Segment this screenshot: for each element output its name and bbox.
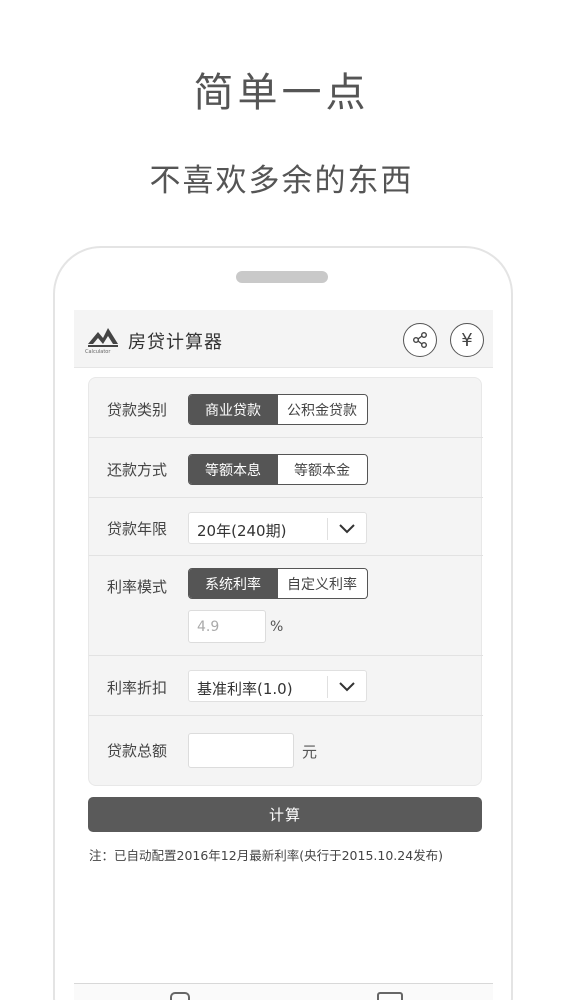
- promo-headline: 简单一点: [193, 70, 370, 116]
- app-screen: Calculator 房贷计算器 ¥ 贷款类别 商业贷款 公积金贷款 还款方式 …: [74, 310, 493, 1000]
- calculator-tab-icon[interactable]: [170, 992, 190, 1000]
- select-divider: [327, 518, 328, 540]
- repay-equal-installment[interactable]: 等额本息: [189, 455, 277, 484]
- loan-form: 贷款类别 商业贷款 公积金贷款 还款方式 等额本息 等额本金 贷款年限 20年(…: [88, 377, 483, 786]
- bottom-tab-bar: [74, 983, 493, 1000]
- loan-amount-label: 贷款总额: [107, 742, 168, 760]
- rate-discount-row: 利率折扣 基准利率(1.0): [89, 656, 483, 716]
- chevron-down-icon: [339, 524, 355, 534]
- loan-type-commercial[interactable]: 商业贷款: [189, 395, 277, 424]
- loan-term-label: 贷款年限: [107, 520, 168, 538]
- loan-amount-unit: 元: [302, 743, 318, 761]
- rate-mode-row: 利率模式 系统利率 自定义利率: [89, 556, 483, 656]
- chart-tab-icon[interactable]: [377, 992, 403, 1000]
- yen-button[interactable]: ¥: [450, 323, 484, 357]
- rate-discount-label: 利率折扣: [107, 679, 168, 697]
- repay-method-label: 还款方式: [107, 461, 168, 479]
- chevron-down-icon: [339, 682, 355, 692]
- loan-type-row: 贷款类别 商业贷款 公积金贷款: [89, 378, 483, 438]
- rate-mode-segmented: 系统利率 自定义利率: [188, 568, 368, 599]
- rate-mode-custom[interactable]: 自定义利率: [277, 569, 366, 598]
- share-button[interactable]: [403, 323, 437, 357]
- loan-term-select[interactable]: 20年(240期): [188, 512, 367, 544]
- rate-input-value: 4.9: [197, 619, 220, 635]
- rate-discount-select[interactable]: 基准利率(1.0): [188, 670, 367, 702]
- loan-term-value: 20年(240期): [197, 522, 287, 540]
- yen-icon: ¥: [461, 329, 473, 351]
- calculate-button[interactable]: 计算: [88, 797, 482, 832]
- loan-type-label: 贷款类别: [107, 401, 168, 419]
- loan-type-segmented: 商业贷款 公积金贷款: [188, 394, 368, 425]
- app-header: Calculator 房贷计算器 ¥: [74, 310, 493, 368]
- loan-amount-input[interactable]: [188, 733, 294, 768]
- share-icon: [413, 332, 427, 348]
- rate-discount-value: 基准利率(1.0): [197, 680, 293, 698]
- repay-method-row: 还款方式 等额本息 等额本金: [89, 438, 483, 498]
- phone-speaker: [236, 271, 328, 283]
- repay-equal-principal[interactable]: 等额本金: [277, 455, 366, 484]
- loan-type-provident[interactable]: 公积金贷款: [277, 395, 366, 424]
- loan-term-row: 贷款年限 20年(240期): [89, 498, 483, 556]
- rate-note: 注：已自动配置2016年12月最新利率(央行于2015.10.24发布): [89, 848, 444, 863]
- promo-subline: 不喜欢多余的东西: [149, 163, 414, 199]
- repay-method-segmented: 等额本息 等额本金: [188, 454, 368, 485]
- rate-unit: %: [270, 619, 284, 635]
- rate-mode-label: 利率模式: [107, 578, 168, 596]
- rate-input[interactable]: 4.9: [188, 610, 266, 643]
- logo-caption: Calculator: [85, 349, 111, 355]
- select-divider: [327, 676, 328, 698]
- app-title: 房贷计算器: [128, 332, 223, 353]
- house-logo-icon: [88, 328, 118, 347]
- rate-mode-system[interactable]: 系统利率: [189, 569, 277, 598]
